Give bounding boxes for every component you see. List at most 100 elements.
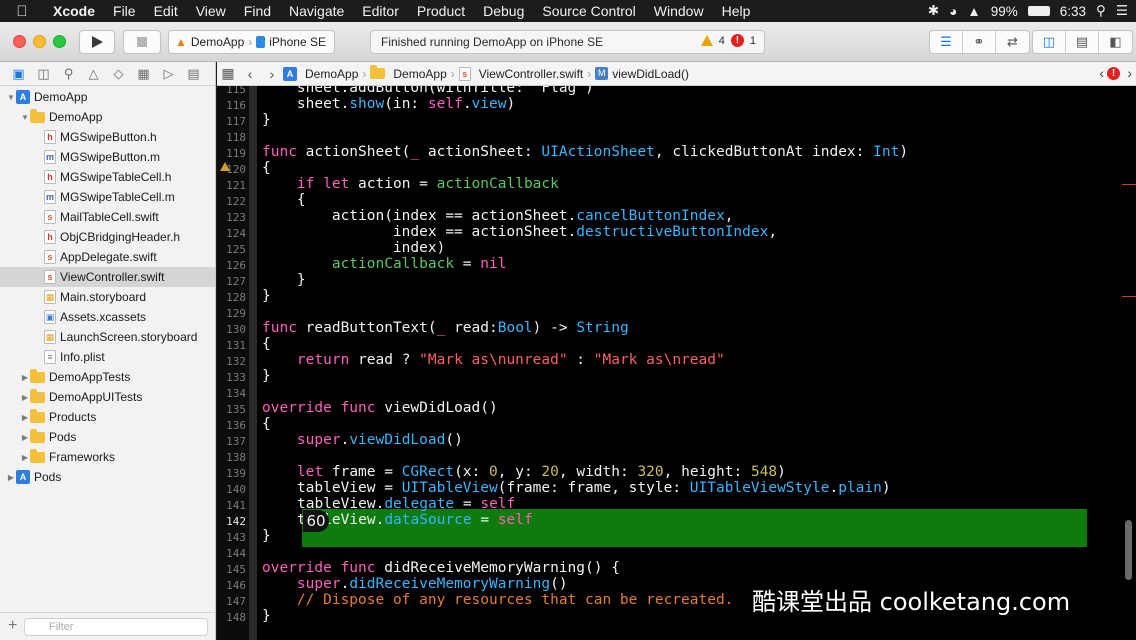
tree-item[interactable]: ≡ Info.plist — [0, 347, 215, 367]
code-line[interactable]: tableView.dataSource = self — [297, 512, 533, 528]
source-control-icon[interactable]: ◫ — [35, 66, 52, 82]
tree-item[interactable]: ▶ Frameworks — [0, 447, 215, 467]
assistant-editor-icon[interactable]: ⚭ — [963, 31, 996, 53]
tree-item[interactable]: s AppDelegate.swift — [0, 247, 215, 267]
menu-window[interactable]: Window — [645, 3, 713, 19]
line-number[interactable]: 134 — [217, 387, 246, 400]
version-editor-icon[interactable]: ⇄ — [996, 31, 1029, 53]
crumb-file[interactable]: s ViewController.swift — [458, 66, 583, 81]
clock[interactable]: 6:33 — [1060, 4, 1086, 19]
folder-icon[interactable]: ▣ — [10, 66, 27, 82]
tree-item[interactable]: ▶ DemoAppTests — [0, 367, 215, 387]
error-tick-mark[interactable] — [1122, 184, 1136, 185]
breakpoint-icon[interactable]: ▷ — [160, 66, 177, 82]
tree-item[interactable]: h MGSwipeButton.h — [0, 127, 215, 147]
error-count[interactable]: 1 — [750, 35, 756, 47]
forward-icon[interactable]: › — [261, 66, 283, 82]
tree-item[interactable]: s ViewController.swift — [0, 267, 215, 287]
menu-editor[interactable]: Editor — [353, 3, 408, 19]
code-line[interactable]: tableView.delegate = self — [297, 496, 515, 512]
disclosure-closed-icon[interactable]: ▶ — [20, 373, 30, 382]
add-icon[interactable]: + — [8, 617, 17, 635]
menu-find[interactable]: Find — [235, 3, 280, 19]
crumb-project[interactable]: A DemoApp — [283, 66, 358, 81]
battery-percent[interactable]: 99% — [991, 4, 1018, 19]
menu-navigate[interactable]: Navigate — [280, 3, 353, 19]
code-line[interactable]: { — [262, 416, 271, 432]
error-tick-mark[interactable] — [1122, 296, 1136, 297]
tree-item[interactable]: h MGSwipeTableCell.h — [0, 167, 215, 187]
line-number[interactable]: 145 — [217, 563, 246, 576]
line-number[interactable]: 115 — [217, 86, 246, 96]
menu-source-control[interactable]: Source Control — [533, 3, 644, 19]
debug-area-toggle-icon[interactable]: ▤ — [1066, 31, 1099, 53]
menu-file[interactable]: File — [104, 3, 145, 19]
test-icon[interactable]: ◇ — [110, 66, 127, 82]
standard-editor-icon[interactable]: ☰ — [930, 31, 963, 53]
line-number[interactable]: 118 — [217, 131, 246, 144]
scrollbar-thumb[interactable] — [1125, 520, 1132, 580]
line-number[interactable]: 119 — [217, 147, 246, 160]
menu-debug[interactable]: Debug — [474, 3, 533, 19]
tree-item[interactable]: m MGSwipeButton.m — [0, 147, 215, 167]
notification-center-icon[interactable]: ☰ — [1116, 3, 1128, 19]
line-number[interactable]: 131 — [217, 339, 246, 352]
code-line[interactable]: func actionSheet(_ actionSheet: UIAction… — [262, 144, 908, 160]
warning-count[interactable]: 4 — [719, 35, 725, 47]
line-number[interactable]: 127 — [217, 275, 246, 288]
code-line[interactable]: if let action = actionCallback — [262, 176, 559, 192]
tree-item[interactable]: ▶ Products — [0, 407, 215, 427]
code-line[interactable]: action(index == actionSheet.cancelButton… — [262, 208, 734, 224]
line-number[interactable]: 146 — [217, 579, 246, 592]
error-icon[interactable]: ! — [730, 34, 744, 47]
device-name[interactable]: iPhone SE — [269, 35, 326, 49]
line-number[interactable]: 122 — [217, 195, 246, 208]
tree-item[interactable]: ▼ A DemoApp — [0, 87, 215, 107]
line-number[interactable]: 139 — [217, 467, 246, 480]
code-line[interactable]: let frame = CGRect(x: 0, y: 20, width: 3… — [262, 464, 786, 480]
code-line[interactable]: } — [262, 528, 271, 544]
line-number[interactable]: 123 — [217, 211, 246, 224]
line-number[interactable]: 137 — [217, 435, 246, 448]
disclosure-closed-icon[interactable]: ▶ — [20, 453, 30, 462]
crumb-method[interactable]: M viewDidLoad() — [595, 67, 689, 81]
code-line[interactable]: return read ? "Mark as\nunread" : "Mark … — [262, 352, 725, 368]
line-number[interactable]: 132 — [217, 355, 246, 368]
disclosure-open-icon[interactable]: ▼ — [20, 113, 30, 122]
code-line[interactable]: sheet.addButton(withTitle: "Flag") — [262, 86, 594, 96]
code-line[interactable]: // Dispose of any resources that can be … — [262, 592, 734, 608]
utilities-toggle-icon[interactable]: ◧ — [1099, 31, 1132, 53]
zoom-window-button[interactable] — [53, 35, 66, 48]
navigator-toggle-icon[interactable]: ◫ — [1033, 31, 1066, 53]
code-line[interactable]: actionCallback = nil — [262, 256, 507, 272]
tree-item[interactable]: ▶ DemoAppUITests — [0, 387, 215, 407]
menu-product[interactable]: Product — [408, 3, 474, 19]
apple-menu-icon[interactable]:  — [0, 3, 44, 20]
wifi-icon[interactable]: ◕ — [949, 4, 957, 19]
filter-input[interactable]: Filter — [24, 618, 208, 636]
line-number[interactable]: 148 — [217, 611, 246, 624]
line-number[interactable]: 142 — [217, 515, 246, 528]
issue-prev-icon[interactable]: ‹ — [1099, 65, 1104, 81]
line-number[interactable]: 133 — [217, 371, 246, 384]
spotlight-icon[interactable]: ⚲ — [1096, 3, 1106, 19]
menu-app[interactable]: Xcode — [44, 3, 104, 19]
line-number[interactable]: 143 — [217, 531, 246, 544]
code-line[interactable]: sheet.show(in: self.view) — [262, 96, 515, 112]
code-line[interactable]: func readButtonText(_ read:Bool) -> Stri… — [262, 320, 629, 336]
code-line[interactable]: index) — [262, 240, 445, 256]
issue-error-icon[interactable]: ! — [1107, 67, 1120, 80]
disclosure-closed-icon[interactable]: ▶ — [20, 433, 30, 442]
menu-help[interactable]: Help — [713, 3, 760, 19]
line-number[interactable]: 121 — [217, 179, 246, 192]
line-number[interactable]: 140 — [217, 483, 246, 496]
code-folding-ribbon[interactable] — [249, 86, 257, 640]
line-number[interactable]: 126 — [217, 259, 246, 272]
code-line[interactable]: index == actionSheet.destructiveButtonIn… — [262, 224, 777, 240]
warning-icon[interactable] — [700, 35, 713, 46]
tree-item[interactable]: m MGSwipeTableCell.m — [0, 187, 215, 207]
search-icon[interactable]: ⚲ — [60, 66, 77, 82]
issue-next-icon[interactable]: › — [1127, 65, 1132, 81]
code-line[interactable]: { — [262, 160, 271, 176]
tree-item[interactable]: ▶ Pods — [0, 427, 215, 447]
